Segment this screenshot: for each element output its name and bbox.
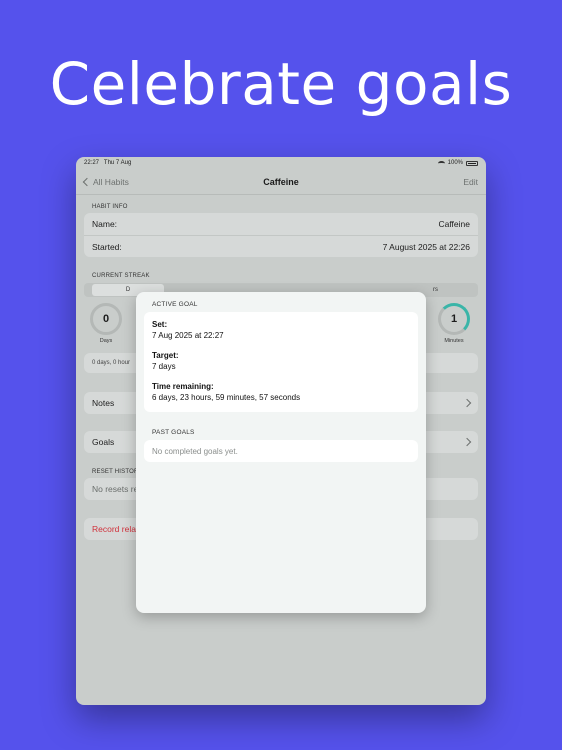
habit-info-group: Name: Caffeine Started: 7 August 2025 at… — [84, 213, 478, 257]
active-goal-card: Set: 7 Aug 2025 at 22:27 Target: 7 days … — [144, 312, 418, 412]
goals-label: Goals — [92, 437, 115, 447]
started-row: Started: 7 August 2025 at 22:26 — [84, 235, 478, 257]
minutes-ring: 1 Minutes — [438, 303, 470, 344]
target-title: Target: — [152, 351, 179, 360]
battery-icon — [466, 160, 478, 166]
days-ring: 0 Days — [90, 303, 122, 344]
started-label: Started: — [92, 241, 122, 252]
remaining-title: Time remaining: — [152, 382, 214, 391]
segment-hours[interactable]: rs — [433, 283, 438, 297]
navigation-bar: All Habits Caffeine Edit — [76, 169, 486, 195]
minutes-caption: Minutes — [444, 338, 464, 344]
wifi-icon — [437, 160, 445, 166]
goals-sheet: ACTIVE GOAL Set: 7 Aug 2025 at 22:27 Tar… — [136, 292, 426, 613]
active-goal-label: ACTIVE GOAL — [152, 301, 198, 308]
back-button[interactable]: All Habits — [82, 176, 129, 187]
edit-button[interactable]: Edit — [463, 177, 478, 187]
name-label: Name: — [92, 219, 118, 229]
chevron-right-icon — [462, 437, 472, 447]
days-caption: Days — [99, 338, 113, 344]
name-value: Caffeine — [438, 219, 470, 229]
chevron-right-icon — [462, 398, 472, 408]
habit-info-label: HABIT INFO — [92, 204, 128, 210]
nav-title: Caffeine — [263, 176, 299, 187]
status-date: Thu 7 Aug — [103, 160, 132, 166]
battery-percent: 100% — [447, 160, 463, 166]
streak-summary-text: 0 days, 0 hour — [92, 360, 131, 366]
set-value: 7 Aug 2025 at 22:27 — [152, 331, 224, 340]
past-goals-empty: No completed goals yet. — [152, 446, 238, 456]
headline: Celebrate goals — [49, 50, 513, 118]
name-row: Name: Caffeine — [84, 213, 478, 235]
chevron-left-icon — [82, 177, 92, 186]
notes-label: Notes — [92, 398, 115, 408]
set-item: Set: 7 Aug 2025 at 22:27 — [152, 320, 224, 340]
past-goals-label: PAST GOALS — [152, 429, 195, 436]
remaining-item: Time remaining: 6 days, 23 hours, 59 min… — [152, 382, 300, 402]
set-title: Set: — [152, 320, 168, 329]
minutes-value: 1 — [438, 303, 470, 335]
target-item: Target: 7 days — [152, 351, 179, 371]
remaining-value: 6 days, 23 hours, 59 minutes, 57 seconds — [152, 393, 301, 402]
status-time: 22:27 — [84, 160, 100, 166]
back-label: All Habits — [93, 176, 129, 187]
status-bar: 22:27 Thu 7 Aug 100% — [76, 157, 486, 169]
started-value: 7 August 2025 at 22:26 — [382, 241, 470, 252]
past-goals-card: No completed goals yet. — [144, 440, 418, 462]
target-value: 7 days — [152, 362, 176, 371]
current-streak-label: CURRENT STREAK — [92, 273, 150, 279]
days-value: 0 — [90, 303, 122, 335]
